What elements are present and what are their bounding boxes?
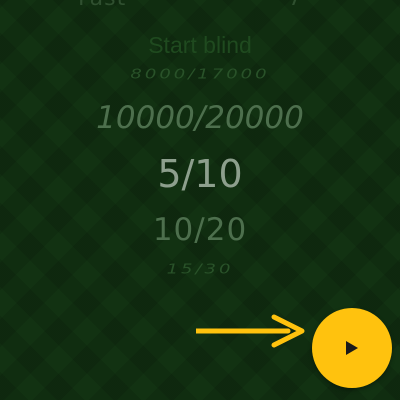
speed-row[interactable]: Fast 7 — [0, 0, 400, 12]
blind-option[interactable]: 10/20 — [0, 212, 400, 248]
blind-option[interactable]: 15/30 — [0, 262, 400, 278]
picker-title: Start blind — [148, 32, 252, 58]
speed-value: 7 — [288, 0, 302, 11]
speed-label: Fast — [78, 0, 126, 11]
arrow-right-icon — [196, 314, 305, 348]
start-button[interactable] — [312, 308, 392, 388]
app-screen: Fast 7 Start blind 8000/17000 10000/2000… — [0, 0, 400, 400]
blind-option[interactable]: 10000/20000 — [0, 100, 400, 136]
play-icon — [346, 341, 358, 355]
blind-option-selected[interactable]: 5/10 — [0, 152, 400, 196]
blind-option[interactable]: 8000/17000 — [0, 67, 400, 83]
